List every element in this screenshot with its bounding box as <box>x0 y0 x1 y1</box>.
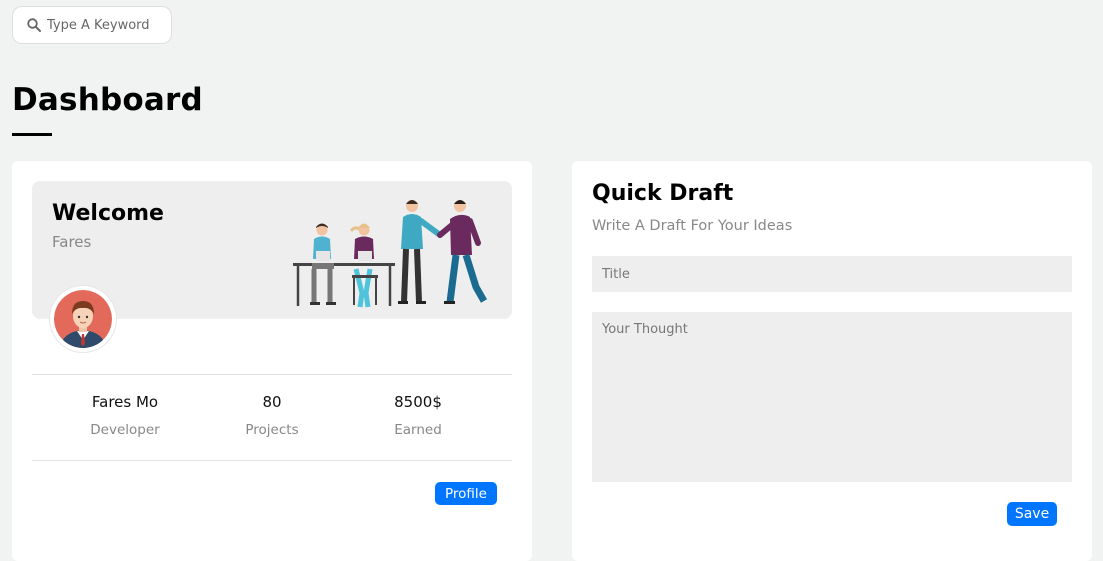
search-box[interactable] <box>12 6 172 44</box>
welcome-card: Welcome Fares Fares Mo Developer 80 Proj… <box>12 161 532 561</box>
divider <box>32 460 512 461</box>
stat-label: Projects <box>245 422 299 438</box>
stat-label: Developer <box>90 422 160 438</box>
draft-thought-textarea[interactable] <box>592 312 1072 482</box>
title-underline <box>12 133 52 136</box>
quick-draft-subtitle: Write A Draft For Your Ideas <box>592 218 793 234</box>
divider <box>32 374 512 375</box>
stat-developer: Fares Mo Developer <box>50 393 200 438</box>
stat-projects: 80 Projects <box>197 393 347 438</box>
quick-draft-card: Quick Draft Write A Draft For Your Ideas… <box>572 161 1092 561</box>
quick-draft-title: Quick Draft <box>592 181 734 206</box>
welcome-title: Welcome <box>52 201 164 226</box>
team-illustration <box>293 200 488 308</box>
page-title: Dashboard <box>12 82 203 118</box>
stat-label: Earned <box>394 422 442 438</box>
welcome-name: Fares <box>52 233 92 251</box>
stat-earned: 8500$ Earned <box>343 393 493 438</box>
search-icon <box>27 18 41 32</box>
stat-value: 8500$ <box>394 393 442 411</box>
stat-value: 80 <box>262 393 282 411</box>
profile-button[interactable]: Profile <box>435 482 497 505</box>
draft-title-input[interactable] <box>592 256 1072 292</box>
stat-value: Fares Mo <box>91 393 159 411</box>
search-input[interactable] <box>47 17 167 33</box>
save-button[interactable]: Save <box>1007 502 1057 526</box>
avatar[interactable] <box>50 286 116 352</box>
